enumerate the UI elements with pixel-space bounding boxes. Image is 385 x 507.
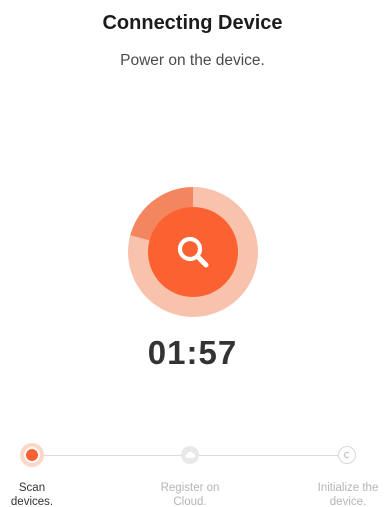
step-scan-label: Scan devices. bbox=[0, 481, 77, 507]
step-scan-label-line1: Scan bbox=[18, 482, 46, 494]
step-initialize-label-line1: Initialize the bbox=[317, 482, 379, 494]
countdown-timer: 01:57 bbox=[147, 334, 238, 371]
step-initialize-label: Initialize the device. bbox=[303, 481, 385, 507]
step-register-label: Register on Cloud. bbox=[145, 481, 235, 507]
cloud-icon bbox=[185, 451, 196, 458]
step-scan-indicator bbox=[20, 443, 44, 467]
step-initialize-label-line2: device. bbox=[329, 496, 367, 507]
step-register-label-line2: Cloud. bbox=[173, 496, 207, 507]
step-initialize-indicator bbox=[338, 446, 356, 464]
step-register-label-line1: Register on bbox=[160, 482, 220, 494]
copyright-icon bbox=[343, 451, 350, 459]
active-dot-icon bbox=[24, 447, 40, 463]
search-icon bbox=[177, 236, 209, 268]
step-connector-1 bbox=[44, 455, 181, 456]
step-connector-2 bbox=[199, 455, 338, 456]
page-title: Connecting Device bbox=[102, 12, 283, 34]
connecting-device-screen: Connecting Device Power on the device. 0… bbox=[0, 0, 385, 507]
step-scan-label-line2: devices. bbox=[10, 496, 54, 507]
step-register-indicator bbox=[181, 446, 199, 464]
page-subtitle: Power on the device. bbox=[120, 52, 265, 69]
